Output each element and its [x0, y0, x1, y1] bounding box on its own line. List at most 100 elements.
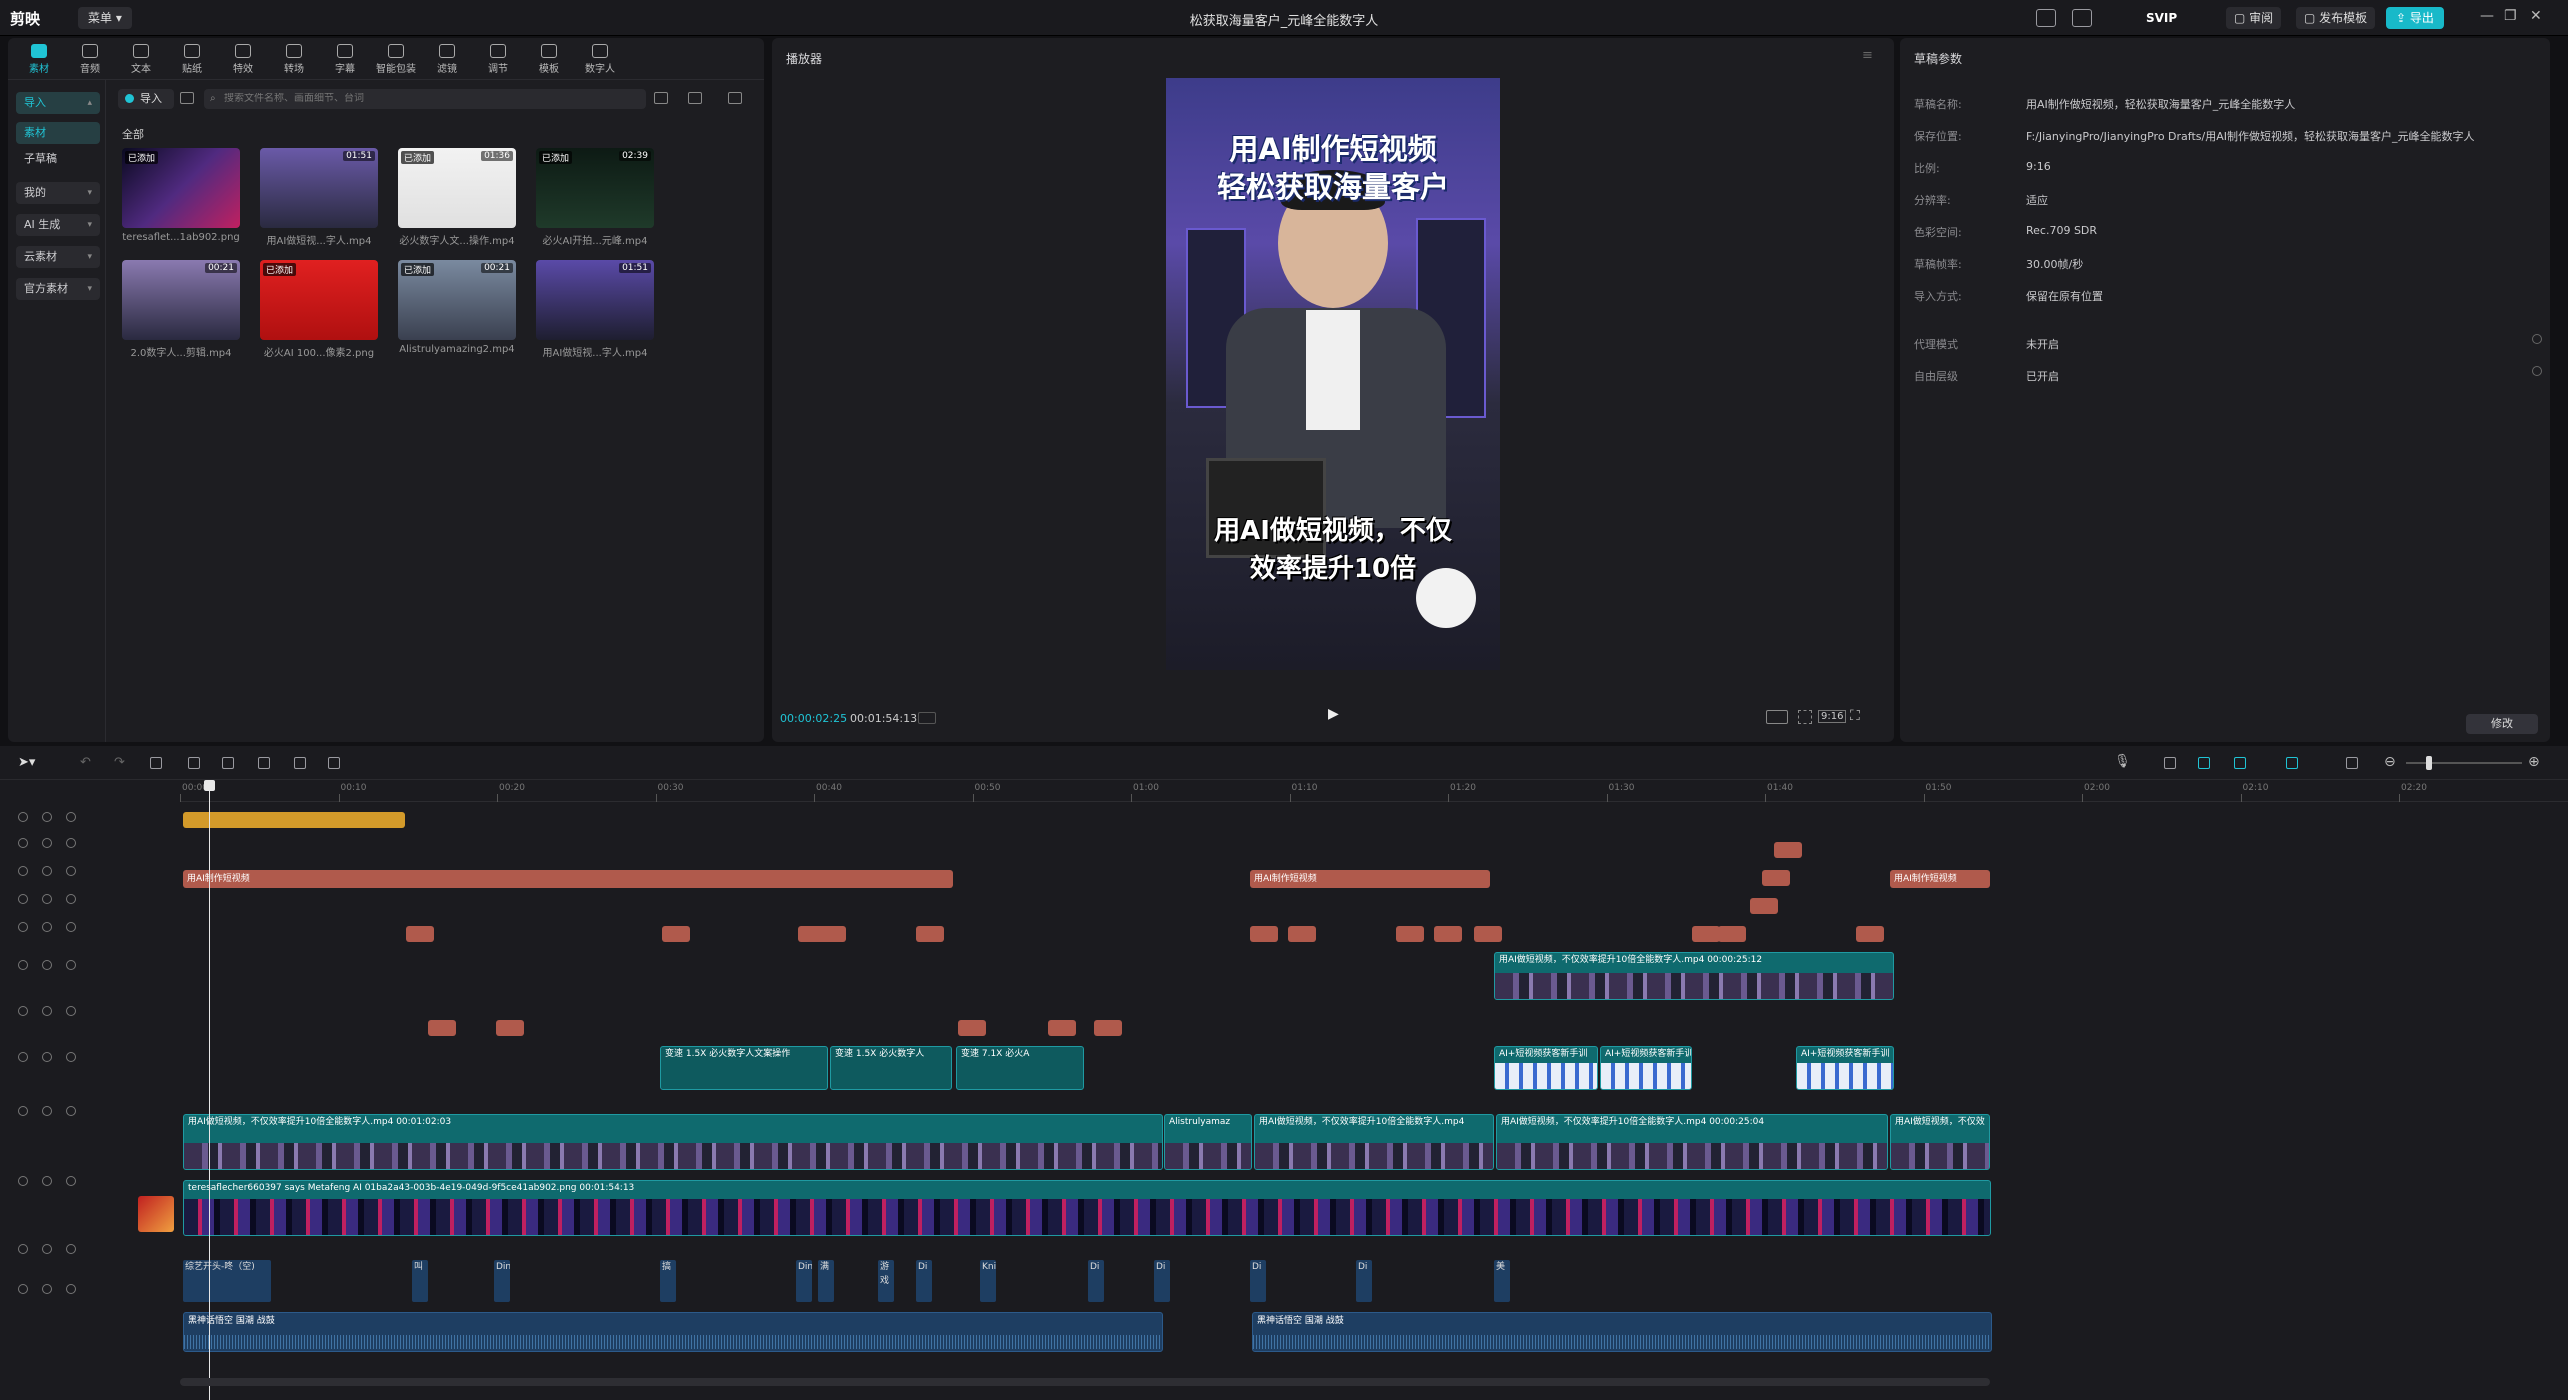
- text-clip[interactable]: 用AI制作短视频: [1250, 870, 1490, 888]
- background-clip[interactable]: teresaflecher660397 says Metafeng AI 01b…: [183, 1180, 1991, 1236]
- tool-template[interactable]: 模板: [526, 40, 572, 78]
- sidebar-item-4[interactable]: AI 生成 ▾: [16, 214, 100, 236]
- sfx-clip-small[interactable]: Di: [916, 1260, 932, 1302]
- lock-icon[interactable]: [42, 1244, 52, 1254]
- tool-sticker[interactable]: 贴纸: [169, 40, 215, 78]
- eye-icon[interactable]: [66, 1176, 76, 1186]
- zoom-slider[interactable]: [2406, 762, 2522, 764]
- sfx-clip-small[interactable]: Di: [1250, 1260, 1266, 1302]
- ratio-button[interactable]: 9:16: [1818, 710, 1847, 723]
- text-clip-small[interactable]: [958, 1020, 986, 1036]
- main-video-clip[interactable]: 用AI做短视频，不仅效: [1890, 1114, 1990, 1170]
- modify-button[interactable]: 修改: [2466, 714, 2538, 734]
- track-type-icon[interactable]: [18, 838, 28, 848]
- text-clip-small[interactable]: [1250, 926, 1278, 942]
- sidebar-item-5[interactable]: 云素材 ▾: [16, 246, 100, 268]
- sidebar-item-2[interactable]: 子草稿: [16, 148, 100, 170]
- sfx-clip-small[interactable]: 叫: [412, 1260, 428, 1302]
- media-thumbnail[interactable]: 已添加 00:21: [398, 260, 516, 340]
- media-thumbnail[interactable]: 01:51: [536, 260, 654, 340]
- text-clip-small[interactable]: [1094, 1020, 1122, 1036]
- ai-clip[interactable]: AI+短视频获客新手训: [1796, 1046, 1894, 1090]
- window-layout-icon[interactable]: [2072, 9, 2092, 27]
- eye-icon[interactable]: [66, 1106, 76, 1116]
- linkage-icon[interactable]: [2286, 757, 2298, 769]
- track-type-icon[interactable]: [18, 922, 28, 932]
- sfx-clip-small[interactable]: Di: [1154, 1260, 1170, 1302]
- grid-view-icon[interactable]: [180, 92, 194, 104]
- text-clip-small[interactable]: [1396, 926, 1424, 942]
- track-type-icon[interactable]: [18, 1006, 28, 1016]
- playhead[interactable]: [204, 780, 215, 1400]
- zoom-out-icon[interactable]: ⊖: [2384, 754, 2396, 770]
- sidebar-item-1[interactable]: 素材: [16, 122, 100, 144]
- microphone-icon[interactable]: 🎙: [2114, 754, 2131, 769]
- text-clip-small[interactable]: [1692, 926, 1720, 942]
- lock-icon[interactable]: [42, 960, 52, 970]
- eye-icon[interactable]: [66, 1006, 76, 1016]
- eye-icon[interactable]: [66, 1244, 76, 1254]
- lock-icon[interactable]: [42, 894, 52, 904]
- sort-icon[interactable]: [688, 92, 702, 104]
- sfx-clip[interactable]: 综艺开头-咚（空): [183, 1260, 271, 1302]
- main-video-clip[interactable]: 用AI做短视频，不仅效率提升10倍全能数字人.mp4: [1254, 1114, 1494, 1170]
- sfx-clip-small[interactable]: Din: [494, 1260, 510, 1302]
- tool-transition[interactable]: 转场: [271, 40, 317, 78]
- player-menu-icon[interactable]: ≡: [1862, 48, 1873, 63]
- restore-icon[interactable]: ❐: [2504, 8, 2517, 24]
- select-tool-icon[interactable]: ➤▾: [18, 755, 35, 770]
- sidebar-item-6[interactable]: 官方素材 ▾: [16, 278, 100, 300]
- sfx-clip-small[interactable]: Din: [796, 1260, 812, 1302]
- eye-icon[interactable]: [66, 922, 76, 932]
- zoom-slider-handle[interactable]: [2426, 756, 2432, 770]
- split-icon[interactable]: [150, 757, 162, 769]
- text-clip-small[interactable]: [496, 1020, 524, 1036]
- sfx-clip-small[interactable]: 搞: [660, 1260, 676, 1302]
- eye-icon[interactable]: [66, 812, 76, 822]
- preview-axis-icon[interactable]: [2234, 757, 2246, 769]
- link-icon[interactable]: [2164, 757, 2176, 769]
- tool-effects[interactable]: 特效: [220, 40, 266, 78]
- lock-icon[interactable]: [42, 1284, 52, 1294]
- eye-icon[interactable]: [66, 1052, 76, 1062]
- sfx-clip-small[interactable]: 美: [1494, 1260, 1510, 1302]
- lock-icon[interactable]: [42, 1176, 52, 1186]
- text-clip-small[interactable]: [1288, 926, 1316, 942]
- media-thumbnail[interactable]: 已添加: [122, 148, 240, 228]
- eye-icon[interactable]: [66, 1284, 76, 1294]
- tool-avatar[interactable]: 数字人: [577, 40, 623, 78]
- lock-icon[interactable]: [42, 1106, 52, 1116]
- eye-icon[interactable]: [66, 960, 76, 970]
- search-input[interactable]: [224, 93, 624, 104]
- zoom-in-icon[interactable]: ⊕: [2528, 754, 2540, 770]
- text-clip-small[interactable]: [916, 926, 944, 942]
- track-type-icon[interactable]: [18, 1176, 28, 1186]
- sidebar-item-3[interactable]: 我的 ▾: [16, 182, 100, 204]
- lock-icon[interactable]: [42, 838, 52, 848]
- media-thumbnail[interactable]: 已添加 02:39: [536, 148, 654, 228]
- undo-icon[interactable]: ↶: [80, 755, 91, 770]
- track-type-icon[interactable]: [18, 1244, 28, 1254]
- track-type-icon[interactable]: [18, 1052, 28, 1062]
- speed-clip[interactable]: 变速 1.5X 必火数字人文案操作: [660, 1046, 828, 1090]
- lock-icon[interactable]: [42, 812, 52, 822]
- layer-help-icon[interactable]: [2532, 366, 2542, 376]
- marker-icon[interactable]: [294, 757, 306, 769]
- review-button[interactable]: ▢ 审阅: [2226, 7, 2282, 29]
- track-type-icon[interactable]: [18, 960, 28, 970]
- text-clip-small[interactable]: [1856, 926, 1884, 942]
- track-type-icon[interactable]: [18, 894, 28, 904]
- sfx-clip-small[interactable]: Di: [1088, 1260, 1104, 1302]
- sfx-clip-small[interactable]: 满: [818, 1260, 834, 1302]
- timecode-format-icon[interactable]: [918, 712, 936, 724]
- import-button[interactable]: 导入: [118, 89, 174, 109]
- layout-icon[interactable]: [2036, 9, 2056, 27]
- play-icon[interactable]: ▶: [1328, 706, 1339, 722]
- ai-clip[interactable]: AI+短视频获客新手训: [1494, 1046, 1598, 1090]
- publish-template-button[interactable]: ▢ 发布模板: [2296, 7, 2376, 29]
- split-left-icon[interactable]: [188, 757, 200, 769]
- sticker-clip[interactable]: [183, 812, 405, 828]
- sfx-clip-small[interactable]: Di: [1356, 1260, 1372, 1302]
- search-box[interactable]: ⌕: [204, 89, 646, 109]
- text-clip-small[interactable]: [1750, 898, 1778, 914]
